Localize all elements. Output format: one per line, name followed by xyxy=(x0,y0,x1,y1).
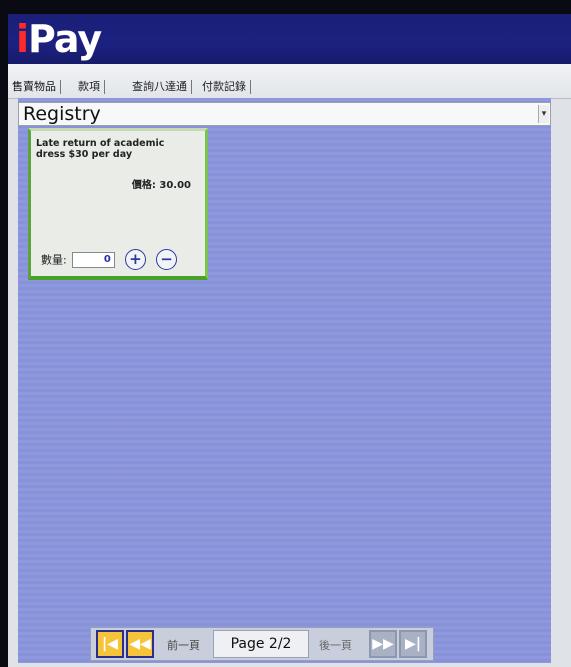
tab-octopus-enquiry[interactable]: 查詢八達通 xyxy=(132,80,192,94)
last-page-icon[interactable]: ▶| xyxy=(399,630,427,658)
item-card: Late return of academic dress $30 per da… xyxy=(28,128,208,280)
pagination-bar: |◀ ◀◀ 前一頁 Page 2/2 後一頁 ▶▶ ▶| xyxy=(90,627,434,661)
category-dropdown[interactable]: Registry ▾ xyxy=(18,102,551,126)
tab-payment-records[interactable]: 付款記錄 xyxy=(202,80,251,94)
price-label: 價格: xyxy=(131,180,156,191)
category-selected: Registry xyxy=(23,103,101,125)
quantity-field[interactable]: 0 xyxy=(71,251,115,268)
first-page-icon[interactable]: |◀ xyxy=(96,630,124,658)
previous-page-icon[interactable]: ◀◀ xyxy=(126,630,154,658)
app-header: iPay xyxy=(8,14,571,64)
page-indicator: Page 2/2 xyxy=(213,630,309,658)
chevron-down-icon[interactable]: ▾ xyxy=(538,105,549,123)
previous-page-link[interactable]: 前一頁 xyxy=(167,637,200,653)
quantity-label: 數量: xyxy=(41,253,67,267)
ipay-logo: iPay xyxy=(16,17,102,61)
minus-circle-icon[interactable]: − xyxy=(156,249,177,270)
next-page-link[interactable]: 後一頁 xyxy=(319,637,352,653)
tab-payments[interactable]: 款項 xyxy=(78,80,105,94)
tab-items-for-sale[interactable]: 售賣物品 xyxy=(12,80,61,94)
quantity-row: 數量: 0 + − xyxy=(41,249,177,271)
next-page-icon[interactable]: ▶▶ xyxy=(369,630,397,658)
price-value: 30.00 xyxy=(159,180,191,191)
plus-circle-icon[interactable]: + xyxy=(124,249,146,270)
tab-bar: 售賣物品 款項 查詢八達通 付款記錄 xyxy=(8,64,571,99)
ipay-screen: iPay 售賣物品 款項 查詢八達通 付款記錄 Registry ▾ Late … xyxy=(8,14,571,667)
item-price-row: 價格: 30.00 xyxy=(132,176,191,191)
item-title: Late return of academic dress $30 per da… xyxy=(36,138,165,160)
